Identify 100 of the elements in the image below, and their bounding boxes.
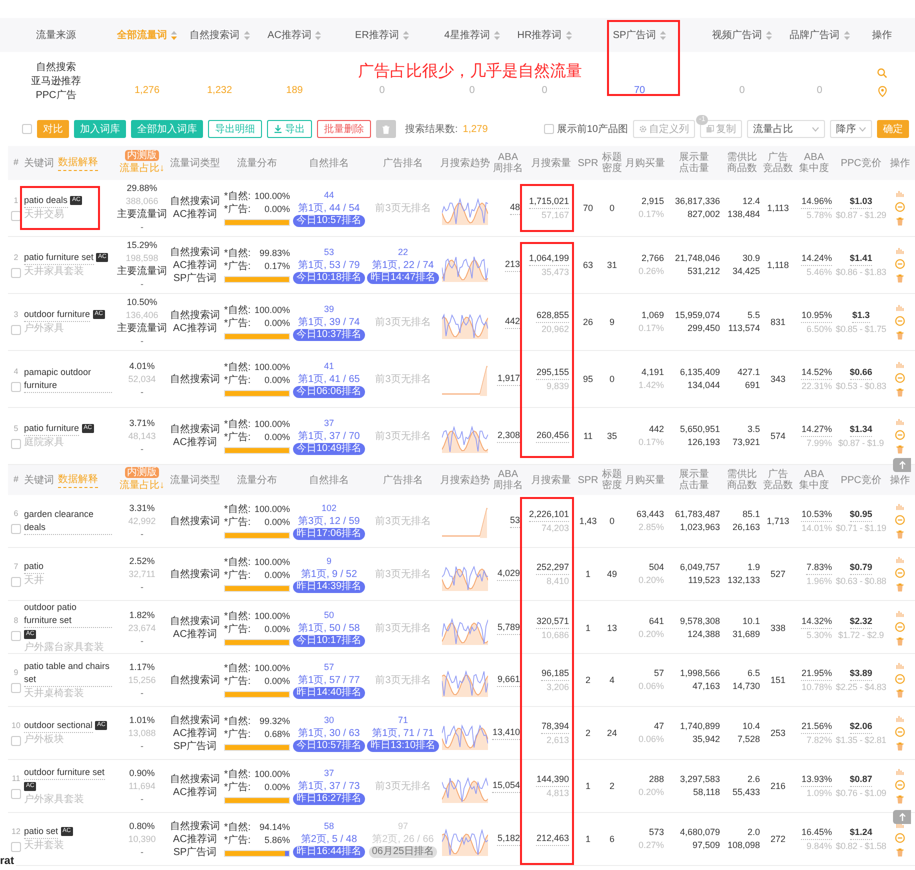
source-tab[interactable]: HR推荐词 (512, 28, 577, 42)
table-cell: $0.53 - $0.83 (836, 380, 886, 392)
table-cell: 5,182 (497, 832, 520, 846)
column-header: ABA (498, 469, 518, 480)
distribution-label: *自然: (224, 662, 251, 675)
column-header: 月购买量 (625, 474, 665, 486)
table-cell: 272 (770, 832, 786, 846)
keyword-text[interactable]: garden clearance deals (24, 508, 112, 534)
tag-label: 主要流量词 (117, 265, 167, 278)
table-cell: 21.95% (801, 666, 832, 680)
table-cell: 0.17% (638, 208, 664, 221)
rank-page: 第1页, 30 / 63 (298, 727, 360, 740)
type-label: 自然搜索词 (170, 195, 220, 208)
table-cell: 108,098 (727, 839, 760, 852)
distribution-value: 0.00% (264, 431, 290, 444)
distribution-label: *广告: (224, 374, 251, 387)
search-volume-sub: 35,473 (541, 266, 569, 278)
share-value: 10.50% (126, 296, 158, 309)
source-tab[interactable]: 视频广告词 (702, 28, 782, 42)
table-cell: $1.03 (850, 194, 872, 208)
column-header: 月购买量 (625, 158, 665, 168)
source-name: 亚马逊推荐 (31, 75, 81, 89)
table-cell: 48 (510, 201, 520, 215)
table-cell: 126,193 (687, 436, 720, 449)
keyword-text[interactable]: outdoor sectional (24, 719, 93, 733)
table-cell: 85.1 (742, 508, 760, 521)
keyword-text[interactable]: patio furniture (24, 422, 80, 436)
table-cell: $1.3 (852, 308, 870, 322)
row-number: 3 (14, 309, 18, 321)
table-cell: 2,915 (641, 195, 664, 208)
source-tab[interactable]: 自然搜索词 (182, 28, 257, 42)
rank-value: 44 (324, 189, 334, 202)
source-tab[interactable]: ER推荐词 (332, 28, 432, 42)
column-header: 流量分布 (237, 474, 277, 486)
column-header: 月搜索量 (531, 474, 571, 486)
source-tab[interactable]: 品牌广告词 (782, 28, 857, 42)
keyword-text[interactable]: outdoor furniture set (24, 766, 105, 780)
keyword-text[interactable]: patio set (24, 825, 58, 839)
type-label: 自然搜索词 (170, 309, 220, 322)
source-value: 0 (816, 84, 822, 98)
table-cell: $2.32 (850, 614, 872, 628)
keyword-text[interactable]: pamapic outdoor furniture (24, 366, 112, 392)
table-cell: 21.56% (801, 720, 832, 734)
column-header: 自然排名 (309, 474, 349, 486)
rank-time-badge: 昨日16:44排名 (293, 846, 365, 858)
share-value: 29.88% (126, 182, 158, 195)
keyword-text[interactable]: patio deals (24, 194, 68, 208)
search-volume-sub: 9,839 (546, 380, 569, 392)
search-volume: 320,571 (536, 614, 569, 628)
rank-page: 第1页, 57 / 77 (298, 674, 360, 687)
table-cell: 0 (609, 372, 614, 386)
rank-page: 第1页, 50 / 58 (298, 622, 360, 635)
source-tab[interactable]: 4星推荐词 (432, 28, 512, 42)
search-volume: 2,226,101 (528, 508, 569, 522)
column-header: 广告 (768, 469, 788, 480)
table-cell: 10.78% (801, 680, 832, 694)
column-header: 点击量 (679, 163, 709, 174)
table-cell: 4,680,079 (680, 826, 720, 839)
rank-time-badge: 今日10:17排名 (293, 635, 365, 647)
type-label: 自然搜索词 (170, 372, 220, 386)
type-label: 自然搜索词 (170, 568, 220, 580)
search-volume-sub: 2,613 (546, 734, 569, 746)
keyword-text[interactable]: outdoor patio furniture set (24, 601, 112, 628)
column-header: 流量词类型 (170, 474, 220, 486)
table-cell: 7.99% (806, 436, 832, 450)
table-cell: 10.4 (742, 720, 760, 733)
sort-field-select[interactable]: 流量占比 (747, 120, 825, 138)
beta-badge: 内测版 (125, 467, 159, 478)
sort-order-select[interactable]: 降序 (830, 120, 872, 138)
annotation-text: 广告占比很少，几乎是自然流量 (358, 63, 582, 81)
distribution-value: 100.00% (254, 662, 290, 675)
column-header: 需供比 (727, 469, 757, 480)
keyword-translation: 天井套装 (24, 839, 65, 853)
distribution-label: *自然: (224, 304, 251, 317)
table-cell: $0.87 - $1.9 (838, 436, 884, 450)
source-tab[interactable]: AC推荐词 (257, 28, 332, 42)
keyword-translation: 天井桌椅套装 (24, 686, 85, 700)
keyword-text[interactable]: patio furniture set (24, 251, 94, 265)
table-cell: 9,661 (497, 673, 520, 687)
row-number: 9 (14, 667, 18, 679)
table-cell: 216 (770, 780, 786, 792)
table-cell: $0.63 - $0.88 (836, 574, 886, 588)
column-header: 竞品数 (763, 480, 793, 491)
column-header: SPR (578, 474, 598, 486)
table-cell: 527 (770, 568, 786, 580)
distribution-value: 100.00% (254, 361, 290, 374)
table-cell: 95 (582, 372, 593, 386)
keyword-translation: 庭院家具 (24, 436, 65, 450)
table-cell: 14.01% (801, 522, 832, 534)
rank-page: 第2页, 5 / 48 (300, 833, 358, 846)
source-tab[interactable]: SP广告词 (577, 28, 702, 42)
keyword-text[interactable]: patio (24, 560, 44, 574)
distribution-label: *自然: (224, 768, 251, 781)
no-rank-text: 前3页无排名 (375, 622, 431, 636)
share-value: 2.52% (129, 554, 155, 568)
keyword-text[interactable]: outdoor furniture (24, 308, 90, 322)
no-rank-text: 前3页无排名 (375, 514, 431, 528)
table-cell: 36,817,336 (674, 195, 720, 208)
keyword-text[interactable]: patio table and chairs set (24, 660, 112, 686)
table-cell: $0.79 (850, 560, 872, 574)
